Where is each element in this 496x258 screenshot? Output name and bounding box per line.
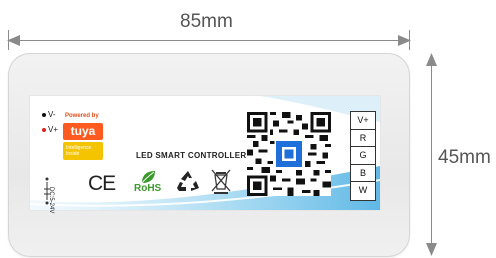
height-arrow-top-icon: [426, 53, 437, 66]
terminal-g: G: [351, 147, 375, 165]
v-plus-dot-icon: [42, 127, 46, 132]
product-name: LED SMART CONTROLLER: [136, 151, 247, 160]
width-extension-right: [409, 30, 410, 50]
powered-by-text: Powered by: [65, 113, 99, 119]
dc-polarity-icon: [44, 177, 50, 205]
terminal-block: V+ R G B W: [350, 111, 376, 201]
height-dimension-line: [431, 55, 432, 253]
v-plus-text: V+: [48, 125, 59, 134]
terminal-b: B: [351, 165, 375, 183]
tuya-text: tuya: [70, 124, 96, 138]
terminal-w: W: [358, 185, 368, 196]
height-arrow-bottom-icon: [426, 243, 437, 256]
tuya-logo: tuya: [63, 123, 103, 140]
rohs-leaf-icon: [141, 171, 155, 184]
ce-mark: CE: [88, 172, 116, 195]
terminal-v-plus: V+: [351, 112, 375, 130]
v-minus-label: V-: [42, 110, 56, 119]
intelligence-badge: Intelligence Inside: [63, 142, 103, 160]
rohs-text: RoHS: [134, 183, 162, 194]
v-plus-label: V+: [42, 125, 58, 134]
terminal-r: R: [351, 130, 375, 148]
v-minus-dot-icon: [42, 112, 46, 117]
width-dimension-line: [8, 40, 408, 41]
qr-code[interactable]: [246, 112, 332, 196]
width-arrow-left-icon: [7, 35, 20, 46]
v-minus-text: V-: [48, 110, 56, 119]
height-label: 45mm: [438, 147, 491, 168]
recycle-icon: [177, 171, 199, 191]
weee-bin-icon: [211, 169, 231, 194]
width-label: 85mm: [180, 11, 233, 32]
width-extension-left: [8, 30, 9, 50]
intelligence-text: Intelligence Inside: [66, 145, 92, 157]
